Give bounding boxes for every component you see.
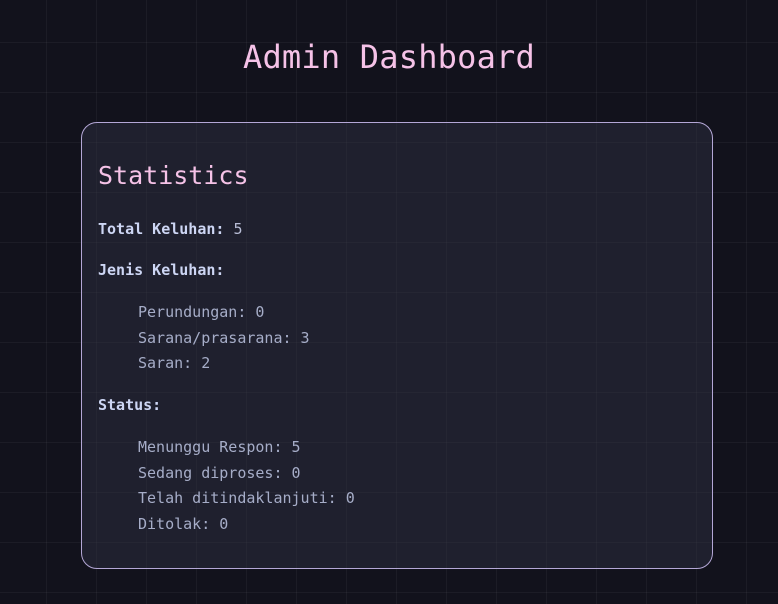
list-item: Perundungan: 0 (138, 303, 265, 321)
list-item: Telah ditindaklanjuti: 0 (138, 489, 355, 507)
list-item: Ditolak: 0 (138, 514, 229, 533)
list-item: Saran: 2 (138, 354, 211, 372)
status-list: Menunggu Respon: 5 Sedang diproses: 0 Te… (138, 435, 355, 537)
status-row: Status: (98, 396, 161, 414)
list-item: Sedang diproses: 0 (138, 463, 301, 482)
jenis-keluhan-label: Jenis Keluhan: (98, 261, 225, 279)
total-keluhan-value: 5 (233, 220, 243, 238)
statistics-card: Statistics Total Keluhan: 5 Jenis Keluha… (81, 122, 713, 569)
jenis-keluhan-list: Perundungan: 0 Sarana/prasarana: 3 Saran… (138, 300, 310, 377)
status-label: Status: (98, 396, 162, 414)
list-item: Menunggu Respon: 5 (138, 438, 301, 456)
page-title: Admin Dashboard (243, 38, 535, 76)
total-keluhan-row: Total Keluhan: 5 (98, 220, 243, 238)
list-item: Sarana/prasarana: 3 (138, 328, 310, 347)
jenis-keluhan-row: Jenis Keluhan: (98, 261, 224, 279)
total-keluhan-label: Total Keluhan: (98, 220, 225, 238)
statistics-heading: Statistics (98, 161, 249, 190)
